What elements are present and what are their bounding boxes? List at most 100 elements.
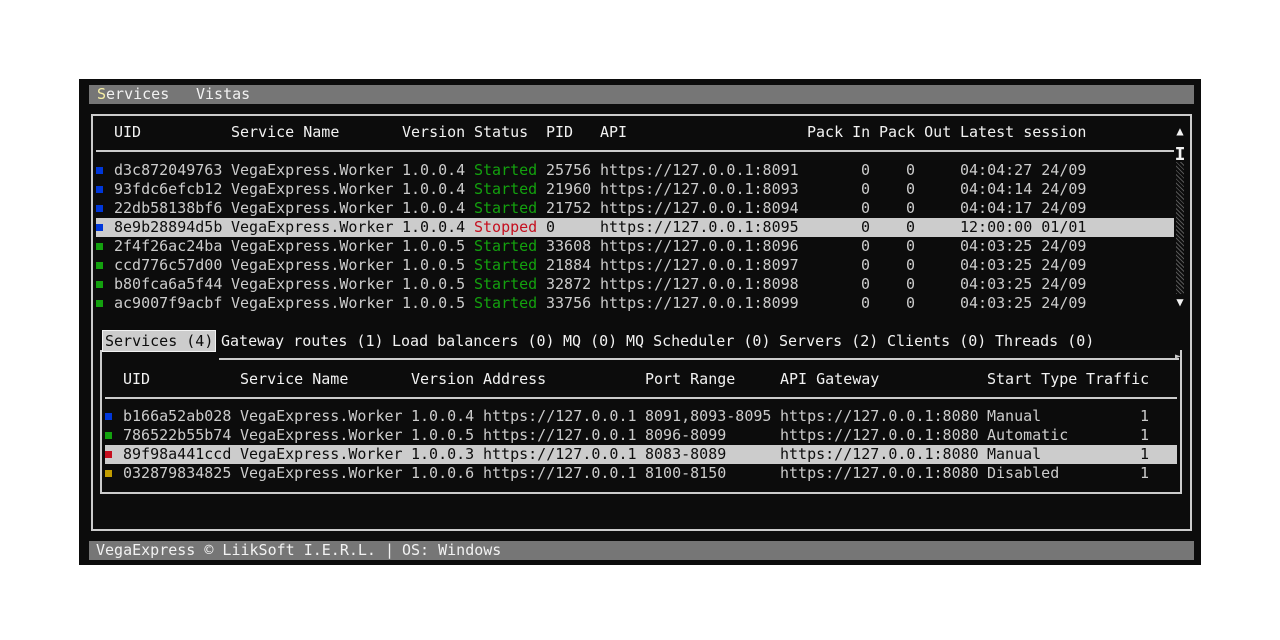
scroll-down-icon[interactable]: ▼ (1172, 295, 1188, 309)
cell-api: https://127.0.0.1:8096 (600, 237, 799, 255)
menu-services[interactable]: Services (97, 85, 169, 104)
cell-pid: 0 (546, 218, 556, 236)
col-uid[interactable]: UID (114, 123, 141, 142)
cell-api: https://127.0.0.1:8097 (600, 256, 799, 274)
services-header-divider (96, 150, 1174, 152)
cell-service-name: VegaExpress.Worker (240, 445, 403, 463)
col-pid[interactable]: PID (546, 123, 573, 142)
col-route-uid[interactable]: UID (123, 370, 150, 389)
cell-pack-in: 0 (861, 199, 871, 217)
cell-pack-out: 0 (906, 275, 916, 293)
col-route-api-gateway[interactable]: API Gateway (780, 370, 879, 389)
cell-uid: 032879834825 (123, 464, 232, 482)
col-pack-in[interactable]: Pack In (807, 123, 870, 142)
menu-bar: Services Vistas (89, 85, 1194, 104)
status-square-icon (96, 262, 103, 269)
col-route-start-type[interactable]: Start Type (987, 370, 1077, 389)
status-square-icon (105, 451, 112, 458)
cell-latest-session: 04:04:27 24/09 (960, 161, 1087, 179)
cell-uid: 786522b55b74 (123, 426, 232, 444)
table-row[interactable]: 8e9b28894d5b VegaExpress.Worker 1.0.0.4 Sto… (96, 218, 1174, 237)
scroll-up-icon[interactable]: ▲ (1172, 124, 1188, 138)
cell-pack-in: 0 (861, 294, 871, 312)
cell-service-name: VegaExpress.Worker (231, 199, 394, 217)
cell-uid: ccd776c57d00 (114, 256, 223, 274)
status-bar: VegaExpress © LiikSoft I.E.R.L. | OS: Wi… (89, 541, 1194, 560)
cell-status: Started (474, 180, 538, 198)
table-row[interactable]: b80fca6a5f44 VegaExpress.Worker 1.0.0.5 Sta… (96, 275, 1174, 294)
cell-port-range: 8100-8150 (645, 464, 727, 482)
col-route-address[interactable]: Address (483, 370, 546, 389)
cell-traffic: 1 (1140, 464, 1150, 482)
cell-latest-session: 04:03:25 24/09 (960, 275, 1087, 293)
menu-vistas[interactable]: Vistas (196, 85, 250, 104)
table-row[interactable]: 93fdc6efcb12 VegaExpress.Worker 1.0.0.4 Sta… (96, 180, 1174, 199)
status-separator: | (385, 541, 395, 559)
tab-services[interactable]: Services (4) (102, 330, 217, 352)
col-api[interactable]: API (600, 123, 627, 142)
cell-status: Started (474, 275, 538, 293)
cell-pid: 32872 (546, 275, 592, 293)
col-route-port-range[interactable]: Port Range (645, 370, 735, 389)
col-route-version[interactable]: Version (411, 370, 474, 389)
col-service-name[interactable]: Service Name (231, 123, 339, 142)
cell-status: Stopped (474, 218, 538, 236)
cell-pack-out: 0 (906, 199, 916, 217)
table-row[interactable]: 89f98a441ccd VegaExpress.Worker 1.0.0.3 htt… (105, 445, 1177, 464)
scroll-thumb[interactable]: I (1172, 146, 1188, 164)
status-square-icon (96, 224, 103, 231)
routes-table-header: UID Service Name Version Address Port Ra… (123, 370, 1163, 389)
col-route-service-name[interactable]: Service Name (240, 370, 348, 389)
status-square-icon (96, 281, 103, 288)
cell-service-name: VegaExpress.Worker (231, 294, 394, 312)
col-version[interactable]: Version (402, 123, 465, 142)
col-route-traffic[interactable]: Traffic (1086, 370, 1149, 389)
cell-start-type: Disabled (987, 464, 1060, 482)
cell-service-name: VegaExpress.Worker (231, 256, 394, 274)
cell-service-name: VegaExpress.Worker (231, 180, 394, 198)
table-row[interactable]: ccd776c57d00 VegaExpress.Worker 1.0.0.5 Sta… (96, 256, 1174, 275)
cell-version: 1.0.0.5 (402, 237, 466, 255)
cell-pack-out: 0 (906, 218, 916, 236)
tab-load-balancers[interactable]: Load balancers (0) (392, 330, 555, 352)
table-row[interactable]: 786522b55b74 VegaExpress.Worker 1.0.0.5 htt… (105, 426, 1177, 445)
cell-pack-in: 0 (861, 275, 871, 293)
table-row[interactable]: ac9007f9acbf VegaExpress.Worker 1.0.0.5 Sta… (96, 294, 1174, 313)
tab-gateway-routes[interactable]: Gateway routes (1) (221, 330, 384, 352)
cell-port-range: 8096-8099 (645, 426, 727, 444)
status-square-icon (96, 167, 103, 174)
terminal-window: Services Vistas UID Service Name Version… (79, 79, 1201, 565)
tab-mq[interactable]: MQ (0) (563, 330, 617, 352)
services-scrollbar[interactable]: ▲ I ▼ (1172, 124, 1188, 309)
table-row[interactable]: 22db58138bf6 VegaExpress.Worker 1.0.0.4 Sta… (96, 199, 1174, 218)
status-square-icon (96, 243, 103, 250)
table-row[interactable]: d3c872049763 VegaExpress.Worker 1.0.0.4 Sta… (96, 161, 1174, 180)
cell-latest-session: 12:00:00 01/01 (960, 218, 1087, 236)
cell-api-gateway: https://127.0.0.1:8080 (780, 464, 979, 482)
cell-pack-in: 0 (861, 161, 871, 179)
tab-clients[interactable]: Clients (0) (887, 330, 986, 352)
cell-port-range: 8083-8089 (645, 445, 727, 463)
cell-api: https://127.0.0.1:8093 (600, 180, 799, 198)
scroll-track[interactable] (1176, 162, 1184, 294)
routes-header-divider (105, 397, 1177, 399)
tab-servers[interactable]: Servers (2) (779, 330, 878, 352)
cell-uid: d3c872049763 (114, 161, 223, 179)
cell-version: 1.0.0.4 (402, 161, 466, 179)
table-row[interactable]: b166a52ab028 VegaExpress.Worker 1.0.0.4 htt… (105, 407, 1177, 426)
col-status[interactable]: Status (474, 123, 528, 142)
col-latest-session[interactable]: Latest session (960, 123, 1086, 142)
cell-start-type: Automatic (987, 426, 1069, 444)
cell-uid: 22db58138bf6 (114, 199, 223, 217)
tab-threads[interactable]: Threads (0) (995, 330, 1094, 352)
col-pack-out[interactable]: Pack Out (879, 123, 951, 142)
table-row[interactable]: 032879834825 VegaExpress.Worker 1.0.0.6 htt… (105, 464, 1177, 483)
cell-latest-session: 04:04:14 24/09 (960, 180, 1087, 198)
table-row[interactable]: 2f4f26ac24ba VegaExpress.Worker 1.0.0.5 Sta… (96, 237, 1174, 256)
cell-status: Started (474, 237, 538, 255)
cell-service-name: VegaExpress.Worker (231, 237, 394, 255)
cell-status: Started (474, 161, 538, 179)
cell-status: Started (474, 256, 538, 274)
tab-mq-scheduler[interactable]: MQ Scheduler (0) (626, 330, 771, 352)
cell-api: https://127.0.0.1:8099 (600, 294, 799, 312)
